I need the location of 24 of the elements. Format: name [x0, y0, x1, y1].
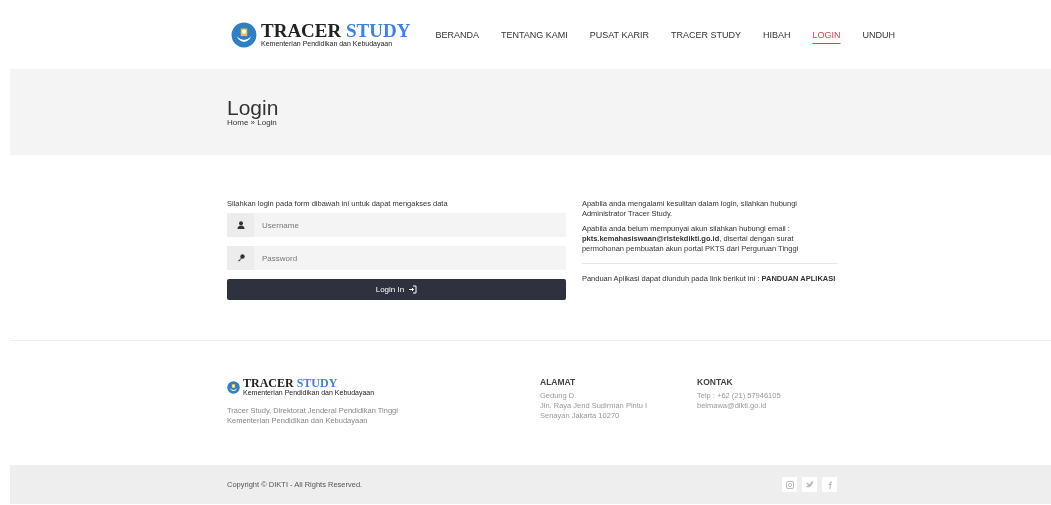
- twitter-icon: [804, 479, 815, 490]
- emblem-logo-icon: [231, 21, 257, 48]
- facebook-button[interactable]: [822, 477, 837, 492]
- emblem-logo-icon: [227, 380, 240, 394]
- instagram-button[interactable]: [782, 477, 797, 492]
- instagram-icon: [784, 479, 795, 490]
- nav-link[interactable]: TENTANG KAMI: [489, 26, 579, 43]
- nav-link[interactable]: UNDUH: [851, 26, 906, 43]
- nav-link[interactable]: HIBAH: [751, 26, 802, 43]
- user-icon: [236, 221, 245, 229]
- username-field[interactable]: Username: [254, 213, 566, 237]
- sign-in-icon: [408, 285, 418, 294]
- twitter-button[interactable]: [802, 477, 817, 492]
- nav-link[interactable]: TRACER STUDY: [659, 26, 752, 43]
- footer-heading: ALAMAT: [540, 377, 577, 387]
- page-title: Login: [227, 97, 280, 118]
- password-field[interactable]: Password: [254, 246, 566, 270]
- breadcrumb: Home » Login: [227, 118, 278, 127]
- footer-heading: KONTAK: [697, 377, 734, 387]
- login-button[interactable]: Login In: [227, 279, 566, 300]
- nav-link[interactable]: LOGIN: [801, 26, 852, 43]
- key-icon: [236, 254, 245, 262]
- nav-link[interactable]: PUSAT KARIR: [578, 26, 660, 43]
- nav-link[interactable]: BERANDA: [424, 26, 490, 43]
